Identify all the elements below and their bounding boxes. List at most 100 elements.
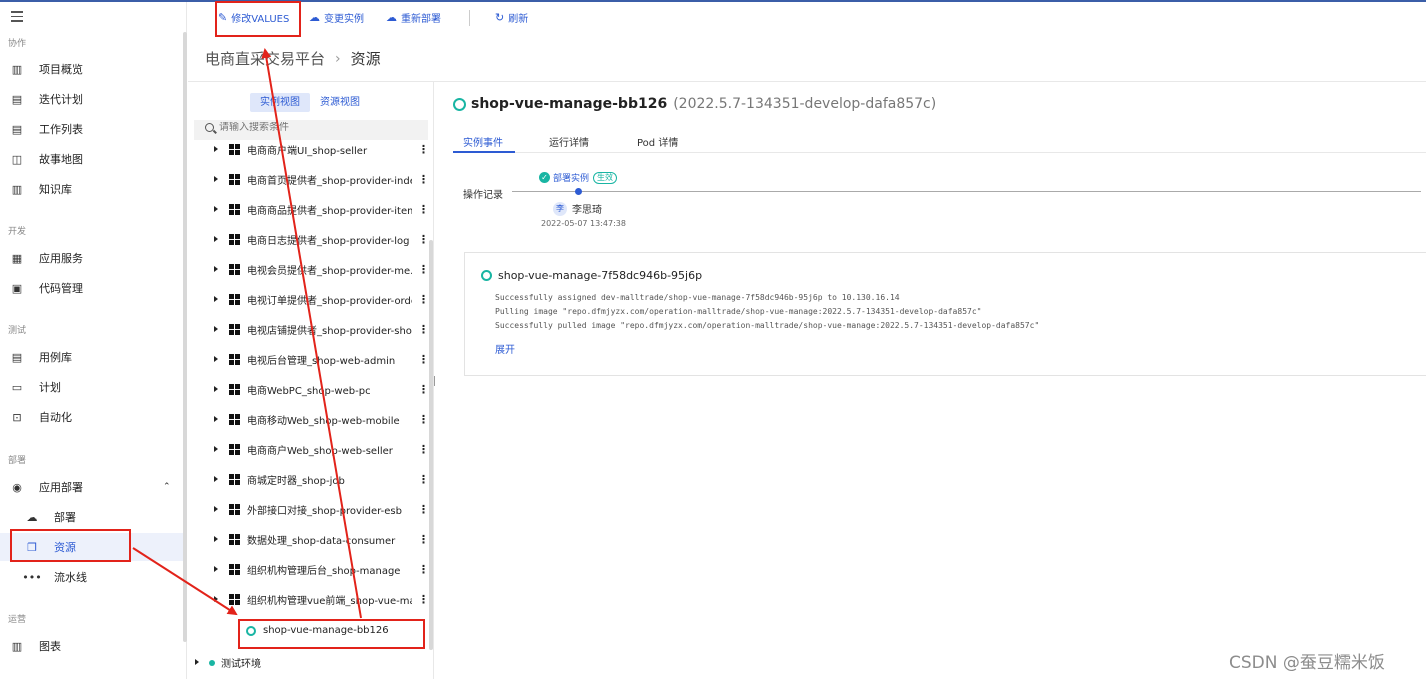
tree-scrollbar[interactable] <box>429 240 433 650</box>
caret-right-icon[interactable] <box>214 386 218 392</box>
menu-icon[interactable] <box>11 11 23 22</box>
sidebar-item-plan[interactable]: ▭ 计划 <box>0 373 183 401</box>
more-icon[interactable]: ⋮ <box>418 143 429 156</box>
more-icon[interactable]: ⋮ <box>418 413 429 426</box>
tree-app-node[interactable]: 电视订单提供者_shop-provider-order ⋮ <box>188 286 429 314</box>
more-icon[interactable]: ⋮ <box>418 473 429 486</box>
tree-app-node[interactable]: 电商移动Web_shop-web-mobile ⋮ <box>188 406 429 434</box>
more-icon[interactable]: ⋮ <box>418 533 429 546</box>
more-icon[interactable]: ⋮ <box>418 173 429 186</box>
sidebar-item-chart[interactable]: ▥ 图表 <box>0 632 183 660</box>
app-name: 电商首页提供者_shop-provider-index <box>247 176 412 187</box>
caret-right-icon[interactable] <box>214 326 218 332</box>
check-circle-icon: ✓ <box>539 172 550 183</box>
sidebar-item-cases[interactable]: ▤ 用例库 <box>0 343 183 371</box>
pod-event-card: shop-vue-manage-7f58dc946b-95j6p Success… <box>464 252 1426 376</box>
more-icon[interactable]: ⋮ <box>418 323 429 336</box>
sidebar-item-overview[interactable]: ▥ 项目概览 <box>0 55 183 83</box>
status-badge: 生效 <box>593 171 618 184</box>
tree-app-node[interactable]: 数据处理_shop-data-consumer ⋮ <box>188 526 429 554</box>
more-icon[interactable]: ⋮ <box>418 293 429 306</box>
sidebar-item-iteration[interactable]: ▤ 迭代计划 <box>0 85 183 113</box>
tree-app-node[interactable]: 电商商户Web_shop-web-seller ⋮ <box>188 436 429 464</box>
automation-icon: ⊡ <box>12 410 22 424</box>
instance-title-name: shop-vue-manage-bb126 <box>471 96 668 112</box>
more-icon[interactable]: ⋮ <box>418 593 429 606</box>
caret-right-icon[interactable] <box>214 236 218 242</box>
caret-right-icon[interactable] <box>214 446 218 452</box>
caret-right-icon[interactable] <box>214 566 218 572</box>
sidebar-item-wiki[interactable]: ▥ 知识库 <box>0 175 183 203</box>
timeline-dot[interactable] <box>575 188 582 195</box>
tree-app-node[interactable]: 组织机构管理vue前端_shop-vue-ma... ⋮ <box>188 586 429 614</box>
caret-right-icon[interactable] <box>195 659 199 665</box>
caret-right-icon[interactable] <box>214 146 218 152</box>
event-title: 部署实例 <box>553 174 590 184</box>
sidebar-item-app-service[interactable]: ▦ 应用服务 <box>0 244 183 272</box>
caret-right-icon[interactable] <box>214 416 218 422</box>
tree-app-node[interactable]: 电商商品提供者_shop-provider-item ⋮ <box>188 196 429 224</box>
more-icon[interactable]: ⋮ <box>418 563 429 576</box>
more-icon[interactable]: ⋮ <box>418 443 429 456</box>
sidebar-item-pipeline[interactable]: ••• 流水线 <box>0 563 183 591</box>
tab-resource-view[interactable]: 资源视图 <box>310 93 370 112</box>
caret-right-icon[interactable] <box>214 296 218 302</box>
app-grid-icon <box>229 264 240 275</box>
tree-app-node[interactable]: 电视后台管理_shop-web-admin ⋮ <box>188 346 429 374</box>
apps-icon: ▦ <box>11 251 23 265</box>
more-icon[interactable]: ⋮ <box>418 233 429 246</box>
search-input[interactable] <box>219 122 419 133</box>
redeploy-button[interactable]: ☁ 重新部署 <box>386 10 441 25</box>
sidebar-item-deploy[interactable]: ☁ 部署 <box>0 503 183 531</box>
sidebar-item-worklist[interactable]: ▤ 工作列表 <box>0 115 183 143</box>
caret-right-icon[interactable] <box>214 176 218 182</box>
tab-instance-view[interactable]: 实例视图 <box>250 93 310 112</box>
tree-app-node[interactable]: 电商日志提供者_shop-provider-log ⋮ <box>188 226 429 254</box>
deploy-icon: ◉ <box>12 480 22 494</box>
more-icon[interactable]: ⋮ <box>418 383 429 396</box>
tab-run-details[interactable]: 运行详情 <box>549 134 589 149</box>
more-icon[interactable]: ⋮ <box>418 353 429 366</box>
tab-pod-details[interactable]: Pod 详情 <box>637 134 678 149</box>
more-icon[interactable]: ⋮ <box>418 203 429 216</box>
change-instance-button[interactable]: ☁ 变更实例 <box>309 10 364 25</box>
more-icon[interactable]: ⋮ <box>418 263 429 276</box>
app-name: 电商商户端UI_shop-seller <box>247 146 368 157</box>
tree-app-node[interactable]: 电视会员提供者_shop-provider-me... ⋮ <box>188 256 429 284</box>
app-grid-icon <box>229 204 240 215</box>
tree-app-node[interactable]: 外部接口对接_shop-provider-esb ⋮ <box>188 496 429 524</box>
caret-right-icon[interactable] <box>214 266 218 272</box>
app-grid-icon <box>229 354 240 365</box>
sidebar-scrollbar[interactable] <box>183 32 187 642</box>
tree-app-node[interactable]: 组织机构管理后台_shop-manage ⋮ <box>188 556 429 584</box>
caret-right-icon[interactable] <box>214 206 218 212</box>
tree-app-node[interactable]: 电商首页提供者_shop-provider-index ⋮ <box>188 166 429 194</box>
search-icon <box>205 123 214 132</box>
caret-right-icon[interactable] <box>214 536 218 542</box>
app-grid-icon <box>229 174 240 185</box>
tree-app-node[interactable]: 电商商户端UI_shop-seller ⋮ <box>188 136 429 164</box>
refresh-button[interactable]: ↻ 刷新 <box>495 10 528 25</box>
tree-env-node[interactable]: 测试环境 <box>188 652 428 676</box>
caret-right-icon[interactable] <box>214 476 218 482</box>
tree-app-node[interactable]: 电视店铺提供者_shop-provider-shop ⋮ <box>188 316 429 344</box>
sidebar-item-app-deploy[interactable]: ◉ 应用部署 ⌃ <box>0 473 183 501</box>
caret-right-icon[interactable] <box>214 356 218 362</box>
code-icon: ▣ <box>11 281 23 295</box>
sidebar-item-code[interactable]: ▣ 代码管理 <box>0 274 183 302</box>
app-name: 电商日志提供者_shop-provider-log <box>247 236 410 247</box>
expand-link[interactable]: 展开 <box>495 341 515 356</box>
sidebar-item-storymap[interactable]: ◫ 故事地图 <box>0 145 183 173</box>
app-grid-icon <box>229 414 240 425</box>
cloud-upload-icon: ☁ <box>26 510 38 524</box>
breadcrumb-project[interactable]: 电商直采交易平台 <box>205 48 325 69</box>
tree-app-node[interactable]: 电商WebPC_shop-web-pc ⋮ <box>188 376 429 404</box>
caret-right-icon[interactable] <box>214 506 218 512</box>
more-icon[interactable]: ⋮ <box>418 503 429 516</box>
sidebar-item-automation[interactable]: ⊡ 自动化 <box>0 403 183 431</box>
tab-instance-events[interactable]: 实例事件 <box>463 134 503 149</box>
tree-app-node[interactable]: 商城定时器_shop-job ⋮ <box>188 466 429 494</box>
sidebar-item-label: 工作列表 <box>39 123 83 136</box>
sidebar-section-deploy: 部署 <box>8 456 27 466</box>
caret-right-icon[interactable] <box>214 596 218 602</box>
